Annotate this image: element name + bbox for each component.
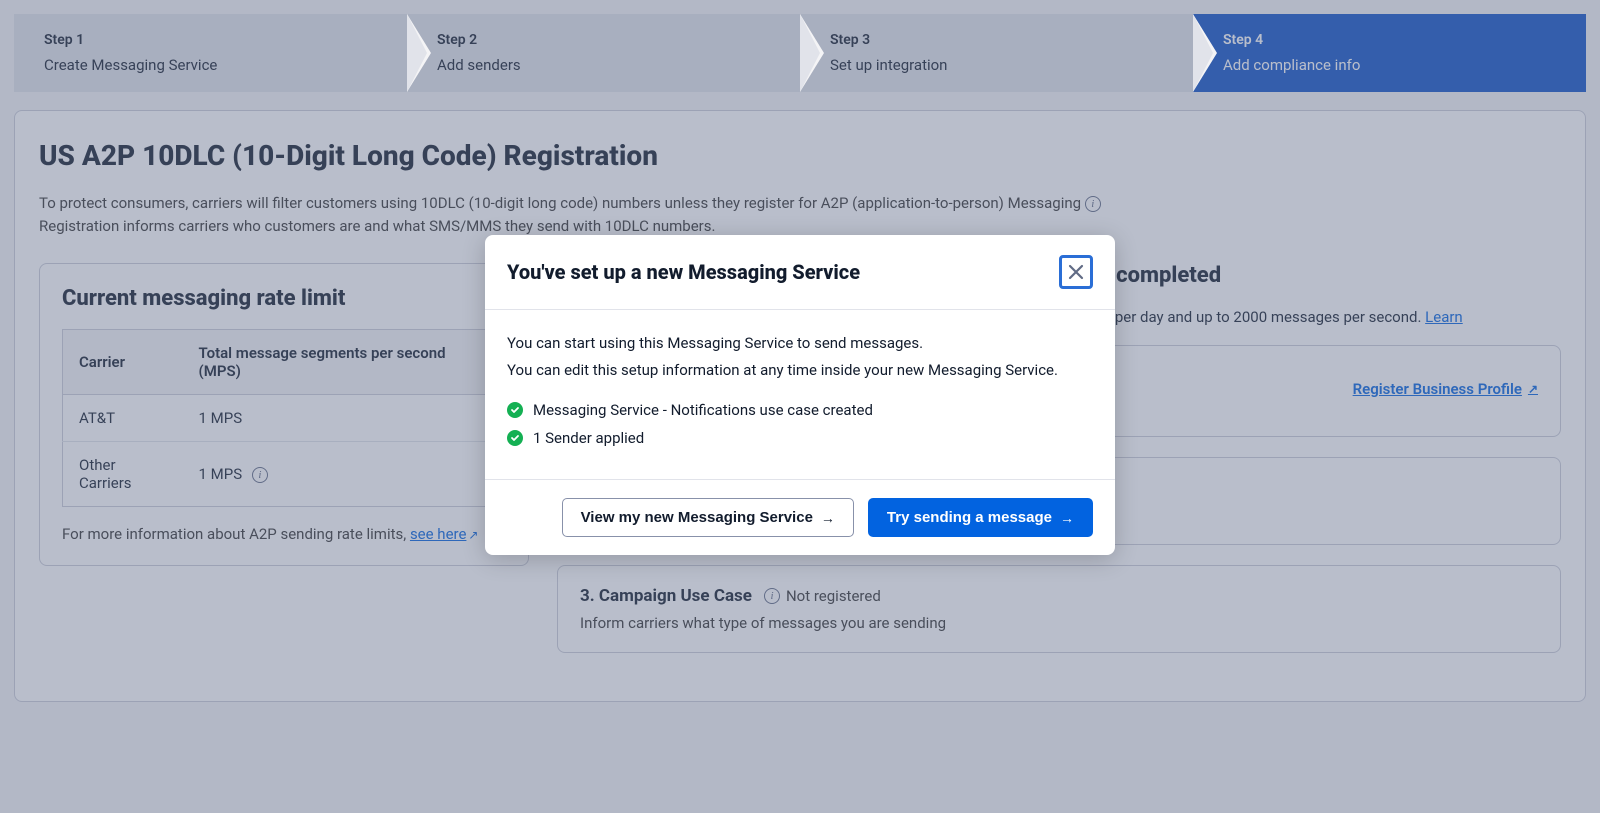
setup-complete-modal: You've set up a new Messaging Service Yo… bbox=[485, 235, 1115, 555]
modal-body-line2: You can edit this setup information at a… bbox=[507, 359, 1093, 382]
modal-overlay[interactable]: You've set up a new Messaging Service Yo… bbox=[0, 0, 1600, 813]
arrow-right-icon: → bbox=[1060, 510, 1074, 526]
modal-body-line1: You can start using this Messaging Servi… bbox=[507, 332, 1093, 355]
check-circle-icon bbox=[507, 430, 523, 446]
check-item: Messaging Service - Notifications use ca… bbox=[507, 401, 1093, 419]
view-messaging-service-button[interactable]: View my new Messaging Service → bbox=[562, 498, 854, 537]
check-circle-icon bbox=[507, 402, 523, 418]
try-sending-message-button[interactable]: Try sending a message → bbox=[868, 498, 1093, 537]
check-item: 1 Sender applied bbox=[507, 429, 1093, 447]
close-button[interactable] bbox=[1059, 255, 1093, 289]
modal-title: You've set up a new Messaging Service bbox=[507, 260, 860, 284]
close-icon bbox=[1068, 264, 1084, 280]
arrow-right-icon: → bbox=[821, 510, 835, 526]
